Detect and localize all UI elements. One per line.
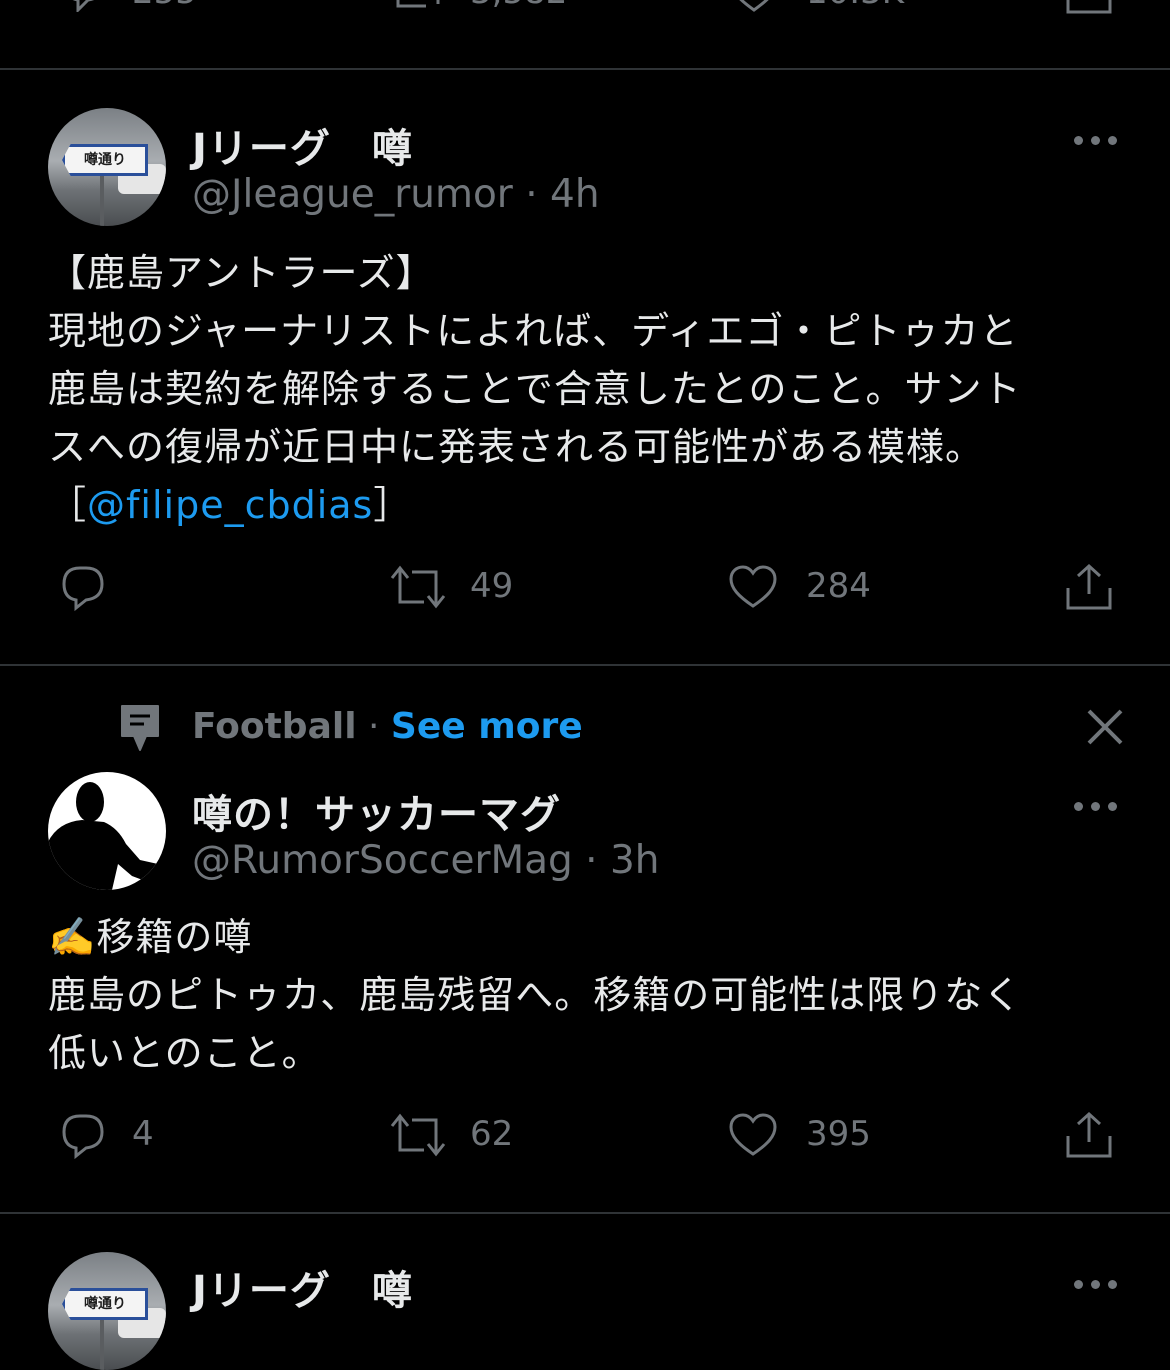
more-icon[interactable] xyxy=(1074,1278,1118,1290)
tweet-text: 【鹿島アントラーズ】 現地のジャーナリストによれば、ディエゴ・ピトゥカと 鹿島は… xyxy=(48,244,1021,534)
tweet-text-line: 鹿島のピトゥカ、鹿島残留へ。移籍の可能性は限りなく xyxy=(48,973,1023,1017)
source-line: ［@filipe_cbdias］ xyxy=(48,476,1021,534)
topic-context-text: Football · See more xyxy=(192,706,583,747)
like-icon[interactable] xyxy=(730,0,778,14)
bracket-open: ［ xyxy=(48,483,88,527)
display-name[interactable]: 噂の！サッカーマグ xyxy=(192,782,561,840)
tweet-text-line: 【鹿島アントラーズ】 xyxy=(48,251,435,295)
retweet-count: 62 xyxy=(470,1114,514,1154)
prev-reply-count: 255 xyxy=(132,0,197,12)
share-icon[interactable] xyxy=(1064,0,1114,16)
avatar-sign: 噂通り xyxy=(62,144,148,176)
bracket-close: ］ xyxy=(373,483,413,527)
tweet-text-line: 現地のジャーナリストによれば、ディエゴ・ピトゥカと xyxy=(48,309,1019,353)
avatar[interactable]: 噂通り xyxy=(48,108,166,226)
avatar[interactable] xyxy=(48,772,166,890)
handle-and-time[interactable]: @Jleague_rumor · 4h xyxy=(192,172,600,217)
handle-and-time[interactable]: @RumorSoccerMag · 3h xyxy=(192,838,660,883)
topic-name[interactable]: Football xyxy=(192,706,357,747)
close-icon[interactable] xyxy=(1086,708,1124,746)
silhouette-image xyxy=(48,782,158,890)
reply-icon[interactable] xyxy=(58,0,106,12)
divider xyxy=(0,1212,1170,1214)
topic-icon xyxy=(121,705,159,751)
display-name[interactable]: Jリーグ 噂 xyxy=(192,1258,413,1316)
like-count: 284 xyxy=(806,566,871,606)
prev-retweet-count: 3,582 xyxy=(470,0,567,12)
retweet-count: 49 xyxy=(470,566,514,606)
see-more-link[interactable]: See more xyxy=(391,706,583,747)
tweet-text: ✍️移籍の噂 鹿島のピトゥカ、鹿島残留へ。移籍の可能性は限りなく 低いとのこと。 xyxy=(48,908,1022,1082)
sign-pole xyxy=(100,168,104,226)
retweet-icon[interactable] xyxy=(390,1112,446,1158)
tweet-text-line: ✍️移籍の噂 xyxy=(48,915,253,959)
mention-link[interactable]: @filipe_cbdias xyxy=(87,483,373,527)
tweet-text-line: 低いとのこと。 xyxy=(48,1031,321,1075)
like-icon[interactable] xyxy=(728,1112,778,1158)
prev-like-count: 10.3K xyxy=(806,0,904,12)
more-icon[interactable] xyxy=(1074,800,1118,812)
retweet-icon[interactable] xyxy=(390,564,446,610)
more-icon[interactable] xyxy=(1074,134,1118,146)
share-icon[interactable] xyxy=(1064,1110,1114,1160)
avatar[interactable]: 噂通り xyxy=(48,1252,166,1370)
tweet-text-line: スへの復帰が近日中に発表される可能性がある模様。 xyxy=(48,425,985,469)
like-count: 395 xyxy=(806,1114,871,1154)
reply-icon[interactable] xyxy=(58,564,106,612)
reply-icon[interactable] xyxy=(58,1112,106,1160)
divider xyxy=(0,664,1170,666)
share-icon[interactable] xyxy=(1064,562,1114,612)
tweet-text-line: 鹿島は契約を解除することで合意したとのこと。サント xyxy=(48,367,1022,411)
like-icon[interactable] xyxy=(728,564,778,610)
sign-pole xyxy=(100,1312,104,1370)
display-name[interactable]: Jリーグ 噂 xyxy=(192,116,413,174)
retweet-icon[interactable] xyxy=(390,0,446,14)
reply-count: 4 xyxy=(132,1114,154,1154)
avatar-sign: 噂通り xyxy=(62,1288,148,1320)
topic-separator: · xyxy=(368,706,380,747)
divider xyxy=(0,68,1170,70)
